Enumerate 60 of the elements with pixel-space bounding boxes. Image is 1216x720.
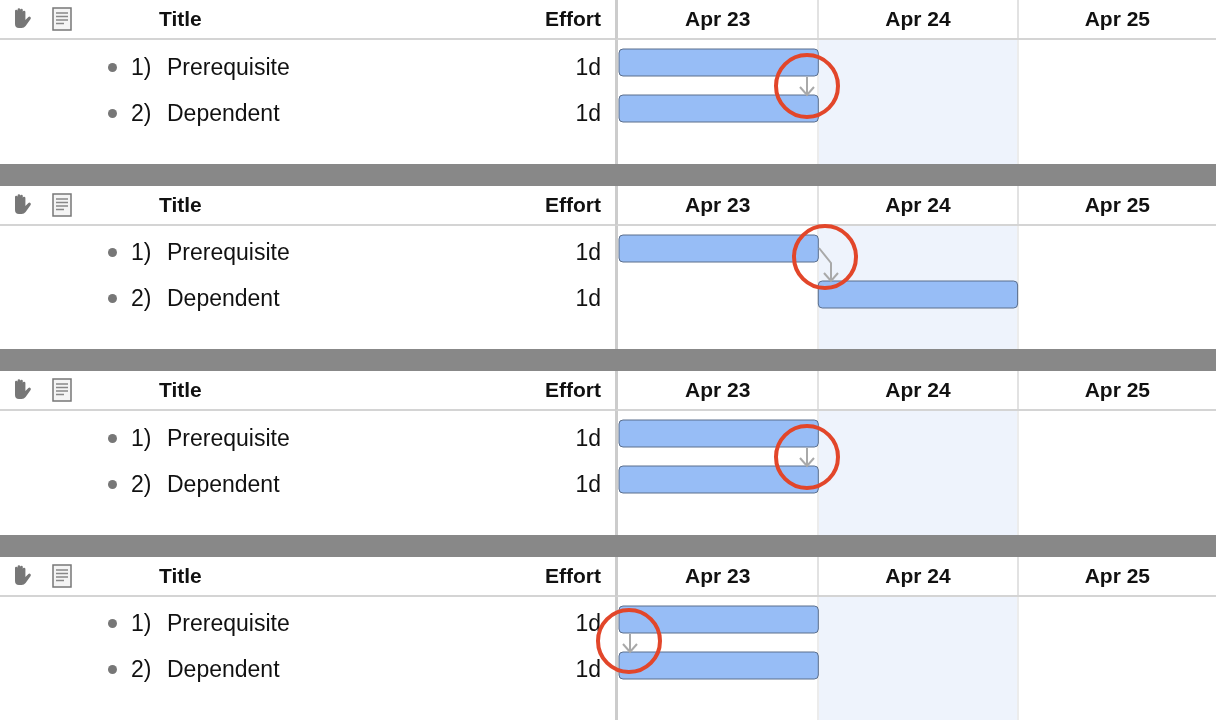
task-effort[interactable]: 1d <box>575 610 601 637</box>
note-icon[interactable] <box>52 378 72 402</box>
title-column-header[interactable]: Title <box>159 378 202 402</box>
dependency-arrow <box>622 632 638 653</box>
row-bullet[interactable] <box>108 619 117 628</box>
task-title[interactable]: Dependent <box>167 470 280 498</box>
task-effort[interactable]: 1d <box>575 99 601 127</box>
task-title[interactable]: Prerequisite <box>167 424 290 452</box>
title-column-header[interactable]: Title <box>159 563 202 588</box>
note-icon[interactable] <box>52 7 72 31</box>
task-title[interactable]: Dependent <box>167 99 280 127</box>
date-header: Apr 25 <box>1016 371 1216 409</box>
task-effort[interactable]: 1d <box>575 53 601 81</box>
row-number: 2) <box>131 285 153 312</box>
row-bullet[interactable] <box>108 294 117 303</box>
effort-column-header[interactable]: Effort <box>545 378 601 402</box>
date-header: Apr 23 <box>684 377 752 403</box>
row-number: 1) <box>131 610 153 637</box>
row-number: 1) <box>131 53 153 81</box>
task-title[interactable]: Prerequisite <box>167 53 290 81</box>
date-header: Apr 25 <box>1016 556 1216 595</box>
task-title[interactable]: Prerequisite <box>167 239 290 266</box>
title-column-header[interactable]: Title <box>159 7 202 31</box>
task-effort[interactable]: 1d <box>575 285 601 312</box>
dependency-arrow <box>818 246 839 282</box>
row-number: 2) <box>131 99 153 127</box>
row-bullet[interactable] <box>108 62 117 72</box>
row-number: 1) <box>131 424 153 452</box>
date-header: Apr 23 <box>684 191 752 218</box>
task-title[interactable]: Prerequisite <box>167 610 290 637</box>
note-icon[interactable] <box>52 192 72 217</box>
row-bullet[interactable] <box>108 248 117 257</box>
row-number: 2) <box>131 470 153 498</box>
date-header: Apr 25 <box>1016 185 1216 224</box>
row-bullet[interactable] <box>108 665 117 674</box>
date-header: Apr 24 <box>817 0 1017 38</box>
task-title[interactable]: Dependent <box>167 285 280 312</box>
task-title[interactable]: Dependent <box>167 656 280 683</box>
row-bullet[interactable] <box>108 108 117 118</box>
task-effort[interactable]: 1d <box>575 656 601 683</box>
date-header: Apr 23 <box>684 562 752 589</box>
row-bullet[interactable] <box>108 479 117 489</box>
title-column-header[interactable]: Title <box>159 192 202 217</box>
task-effort[interactable]: 1d <box>575 239 601 266</box>
date-header: Apr 24 <box>817 371 1017 409</box>
date-header: Apr 23 <box>684 6 752 32</box>
task-effort[interactable]: 1d <box>575 424 601 452</box>
dependency-arrow <box>799 76 815 97</box>
task-effort[interactable]: 1d <box>575 470 601 498</box>
dependency-arrow <box>799 447 815 468</box>
note-icon[interactable] <box>52 563 72 588</box>
effort-column-header[interactable]: Effort <box>545 563 601 588</box>
date-header: Apr 24 <box>817 185 1017 224</box>
effort-column-header[interactable]: Effort <box>545 7 601 31</box>
row-bullet[interactable] <box>108 433 117 443</box>
effort-column-header[interactable]: Effort <box>545 192 601 217</box>
row-number: 2) <box>131 656 153 683</box>
row-number: 1) <box>131 239 153 266</box>
date-header: Apr 25 <box>1016 0 1216 38</box>
date-header: Apr 24 <box>817 556 1017 595</box>
